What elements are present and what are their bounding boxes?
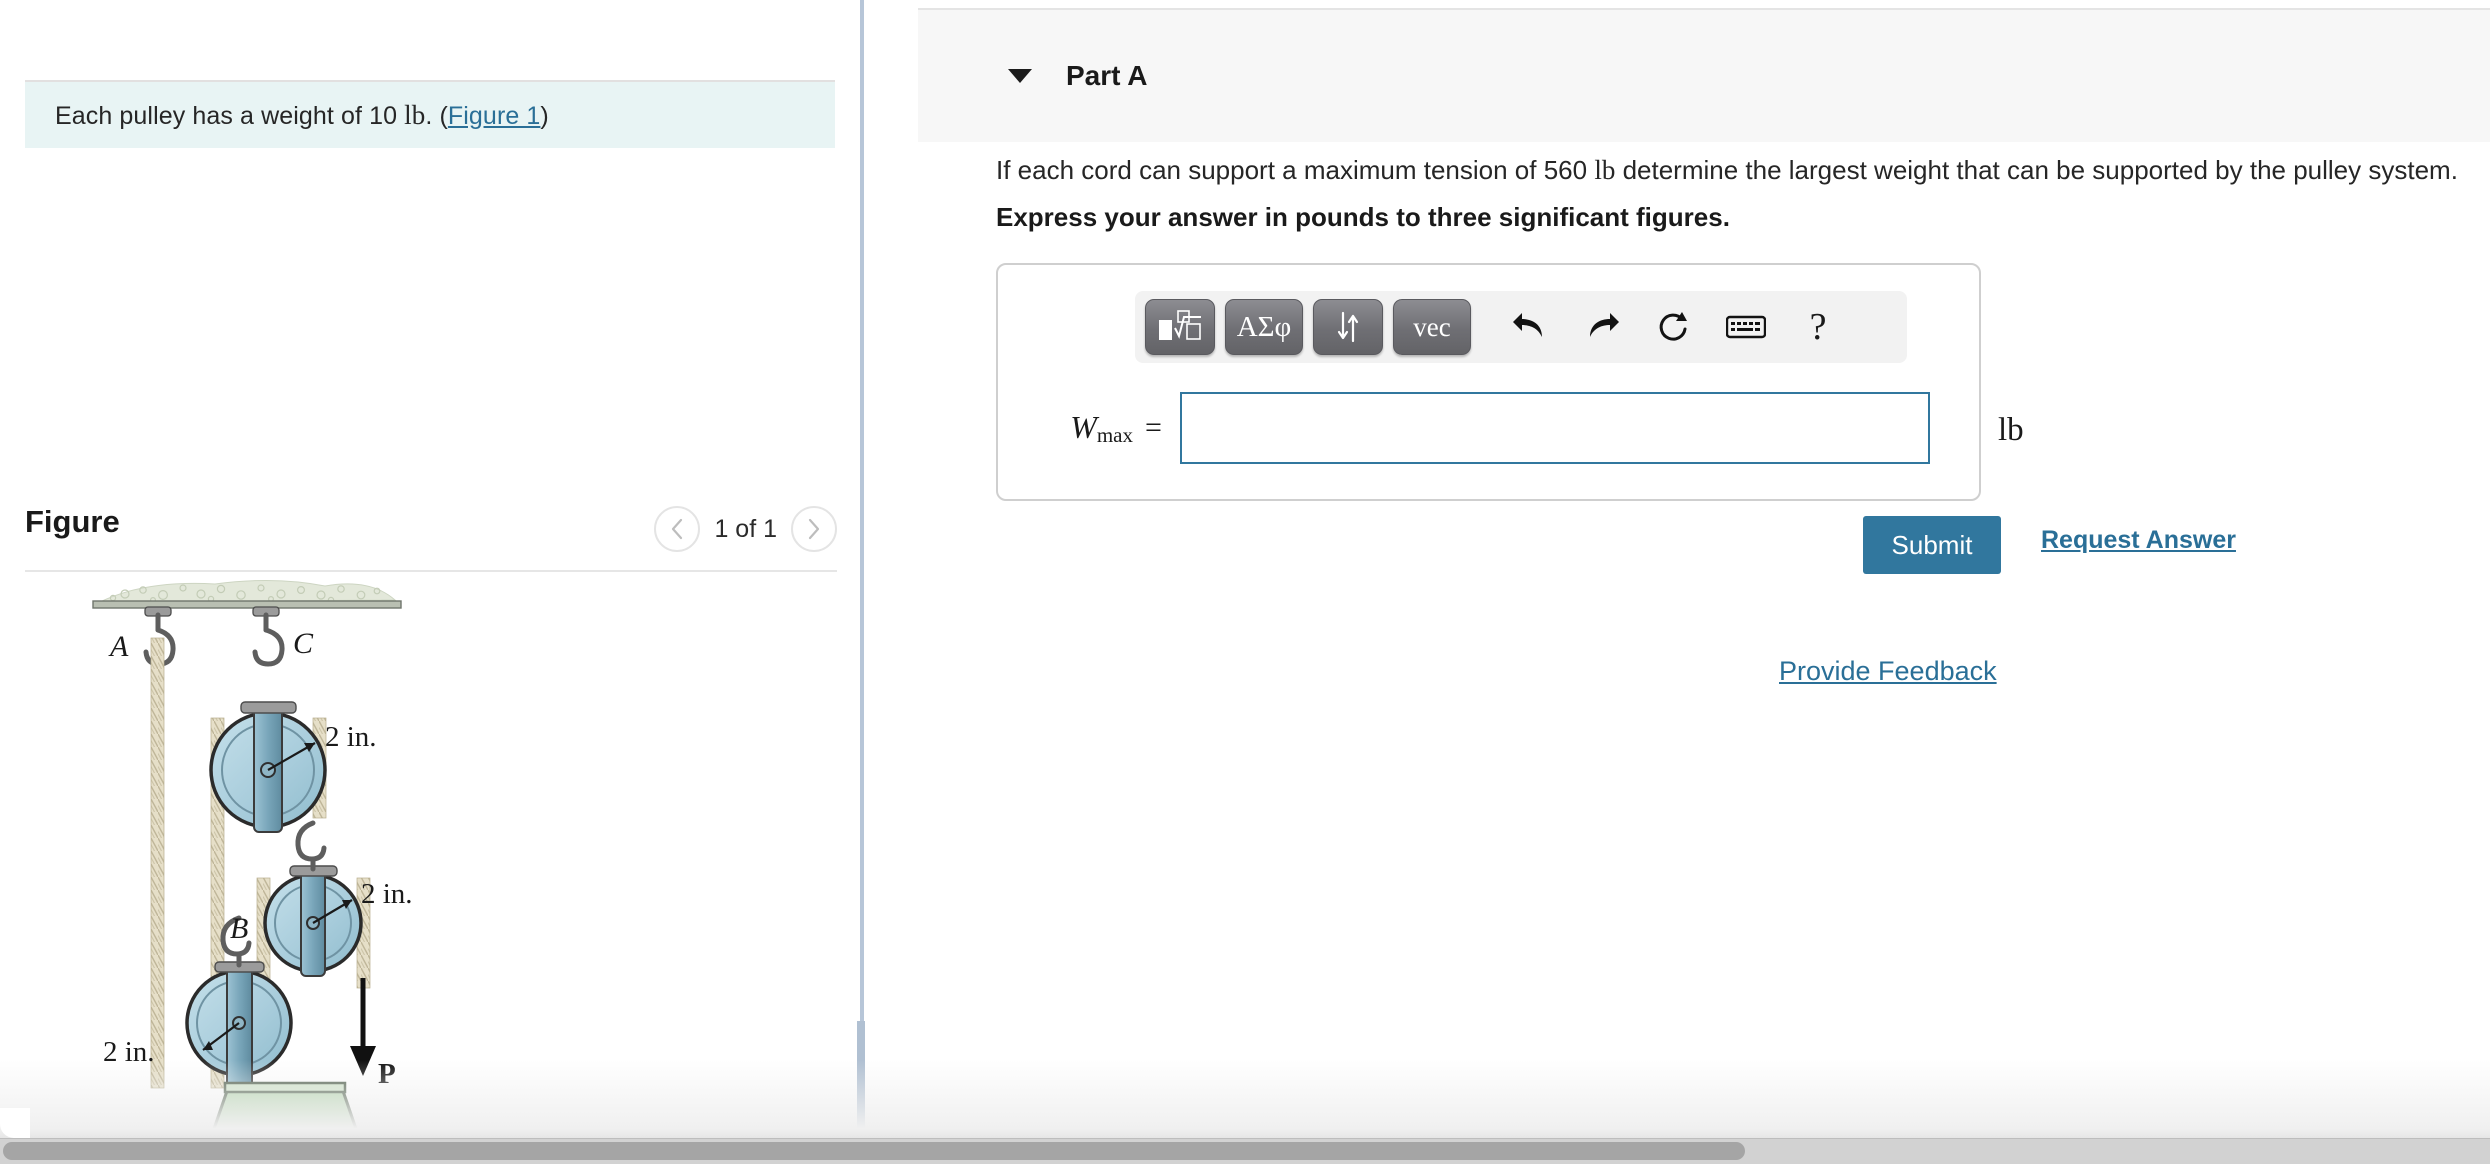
page-root: Each pulley has a weight of 10 lb. (Figu… <box>0 0 2490 1164</box>
submit-button[interactable]: Submit <box>1863 516 2001 574</box>
provide-feedback-link[interactable]: Provide Feedback <box>1779 656 1997 687</box>
caret-down-icon[interactable] <box>1008 69 1032 83</box>
answer-label: Wmax <box>1018 409 1133 448</box>
figure-1-link[interactable]: Figure 1 <box>448 102 541 130</box>
redo-icon <box>1590 313 1619 337</box>
pulley-middle <box>263 820 363 977</box>
math-toolbar: ΑΣφ vec ? <box>1135 291 1907 363</box>
hook-c <box>252 612 285 667</box>
label-b: B <box>230 912 248 945</box>
pulley-system-figure: A C B 2 in. 2 in. 2 in. P <box>92 579 413 1118</box>
statement-close: ) <box>540 101 549 130</box>
question-pre: If each cord can support a maximum tensi… <box>996 155 1595 185</box>
suspended-block <box>209 1081 361 1138</box>
template-sqrt-button[interactable] <box>1145 299 1215 355</box>
answer-input-row: Wmax = <box>998 373 1983 483</box>
answer-subscript: max <box>1096 422 1133 447</box>
label-a: A <box>108 630 129 663</box>
statement-prefix: Each pulley has a weight of 10 <box>55 101 405 130</box>
pulley-c <box>209 701 327 833</box>
reset-circular-arrow-icon <box>1659 312 1687 341</box>
figure-prev-button[interactable] <box>654 506 701 552</box>
question-post: determine the largest weight that can be… <box>1615 155 2458 185</box>
label-radius-top: 2 in. <box>325 721 377 753</box>
horizontal-scrollbar-thumb[interactable] <box>3 1142 1745 1160</box>
statement-unit: lb <box>404 99 426 130</box>
figure-panel: Each pulley has a weight of 10 lb. (Figu… <box>0 0 862 1138</box>
vector-button[interactable]: vec <box>1393 299 1471 355</box>
panel-divider <box>860 0 864 1021</box>
chevron-right-icon <box>808 518 820 540</box>
keyboard-icon <box>1726 315 1766 339</box>
label-c: C <box>293 627 314 660</box>
figure-pagination: 1 of 1 <box>654 506 837 552</box>
reset-button[interactable] <box>1643 299 1705 355</box>
label-radius-bottom: 2 in. <box>103 1036 155 1068</box>
equals-sign: = <box>1145 411 1162 444</box>
undo-button[interactable] <box>1499 299 1561 355</box>
answer-symbol: W <box>1070 408 1097 445</box>
request-answer-link[interactable]: Request Answer <box>2041 526 2236 555</box>
rope-a <box>150 637 165 1089</box>
force-p-arrow <box>350 978 376 1076</box>
problem-statement-text: Each pulley has a weight of 10 lb. (Figu… <box>25 100 549 131</box>
redo-button[interactable] <box>1571 299 1633 355</box>
hook-middle <box>295 820 327 872</box>
panel-resize-handle[interactable] <box>857 1021 865 1138</box>
arrows-updown-icon <box>1337 311 1359 343</box>
figure-title: Figure <box>25 504 120 539</box>
arrows-updown-button[interactable] <box>1313 299 1383 355</box>
ceiling <box>92 579 402 609</box>
answer-unit-label: lb <box>1998 412 2024 448</box>
answer-panel: Part A If each cord can support a maximu… <box>866 0 2490 1138</box>
figure-next-button[interactable] <box>791 506 837 552</box>
part-a-title: Part A <box>1066 60 1148 91</box>
answer-input[interactable] <box>1179 392 1930 464</box>
question-text: If each cord can support a maximum tensi… <box>996 152 2466 188</box>
undo-icon <box>1513 313 1542 337</box>
figure-header: Figure 1 of 1 <box>25 500 837 572</box>
greek-symbols-button[interactable]: ΑΣφ <box>1225 299 1303 355</box>
help-button[interactable]: ? <box>1787 299 1849 355</box>
question-unit: lb <box>1594 155 1616 185</box>
figure-page-count: 1 of 1 <box>714 514 777 543</box>
statement-suffix: . ( <box>425 101 448 130</box>
label-force-p: P <box>378 1058 396 1090</box>
label-radius-mid: 2 in. <box>361 878 413 910</box>
problem-statement-box: Each pulley has a weight of 10 lb. (Figu… <box>25 80 835 148</box>
keyboard-button[interactable] <box>1715 299 1777 355</box>
chevron-left-icon <box>672 518 683 540</box>
instruction-text: Express your answer in pounds to three s… <box>996 202 1730 232</box>
answer-widget: ΑΣφ vec ? Wmax = <box>996 263 1981 501</box>
part-a-header[interactable]: Part A <box>918 8 2490 142</box>
template-sqrt-icon <box>1159 310 1201 340</box>
